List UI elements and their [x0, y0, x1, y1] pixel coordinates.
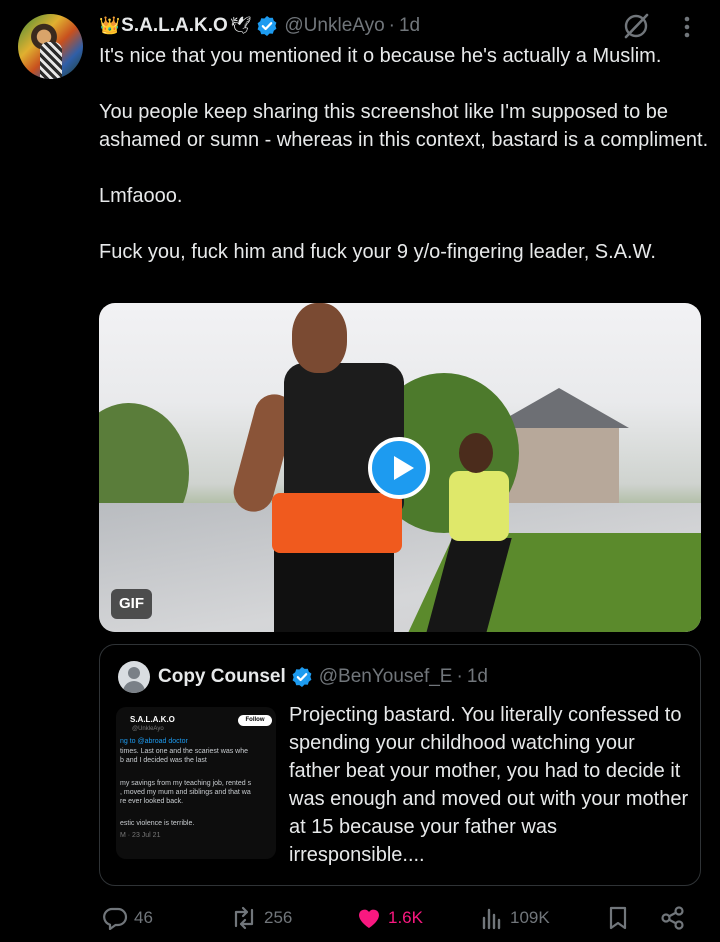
reply-button[interactable]: 46 [102, 903, 153, 933]
like-button[interactable]: 1.6K [356, 903, 423, 933]
post-text: It's nice that you mentioned it o becaus… [99, 42, 709, 266]
quoted-screenshot-thumbnail: S.A.L.A.K.O @UnkleAyo Follow ng to @abro… [116, 707, 276, 859]
quoted-post-time: 1d [466, 666, 488, 687]
quoted-author-name: Copy Counsel [158, 666, 286, 687]
post-text-gap [99, 210, 709, 238]
repost-button[interactable]: 256 [230, 903, 292, 933]
play-button[interactable] [368, 437, 430, 499]
reply-count: 46 [134, 908, 153, 927]
reply-icon [103, 907, 128, 930]
thumb-reply-to: ng to @abroad doctor [120, 738, 188, 745]
post-text-line: Fuck you, fuck him and fuck your 9 y/o-f… [99, 241, 656, 263]
bookmark-button[interactable] [607, 903, 629, 933]
separator-dot: · [388, 15, 395, 36]
more-options-icon[interactable] [677, 14, 697, 40]
thumb-author-name: S.A.L.A.K.O [130, 715, 175, 724]
thumb-follow-button: Follow [238, 715, 272, 726]
thumb-line: b and I decided was the last [120, 757, 207, 764]
view-count: 109K [510, 908, 550, 927]
thumb-line: re ever looked back. [120, 798, 184, 805]
share-icon [661, 906, 684, 930]
author-handle[interactable]: @UnkleAyo [284, 15, 384, 37]
post-text-gap [99, 70, 709, 98]
bookmark-icon [609, 906, 627, 930]
thumb-line: my savings from my teaching job, rented … [120, 780, 252, 787]
verified-badge-icon [292, 667, 312, 687]
grok-icon[interactable] [622, 12, 650, 40]
dove-emoji: 🕊 [229, 16, 252, 35]
gif-badge: GIF [111, 589, 152, 619]
post-time[interactable]: 1d [399, 15, 420, 37]
post-text-line: It's nice that you mentioned it o becaus… [99, 45, 662, 67]
views-icon [482, 908, 501, 930]
thumb-author-handle: @UnkleAyo [132, 726, 164, 732]
heart-icon [359, 909, 379, 928]
share-button[interactable] [660, 903, 686, 933]
media-figure-dancing [174, 303, 404, 632]
post-text-line: Lmfaooo. [99, 185, 183, 207]
quoted-post[interactable]: Copy Counsel @BenYousef_E · 1d S.A.L.A.K… [99, 644, 701, 886]
thumb-date: M · 23 Jul 21 [120, 832, 161, 839]
quoted-author-avatar [118, 661, 150, 693]
separator-dot: · [456, 666, 463, 687]
views-button[interactable]: 109K [480, 903, 550, 933]
verified-badge-icon [257, 16, 277, 36]
post-actions-bar: 46 256 1.6K 109K [100, 903, 700, 933]
like-count: 1.6K [388, 908, 423, 927]
thumb-line: estic violence is terrible. [120, 820, 195, 827]
media-figure-running [426, 433, 519, 632]
quoted-author-handle: @BenYousef_E [318, 666, 453, 687]
thumb-line: , moved my mum and siblings and that wa [120, 789, 251, 796]
post-header: 👑 S.A.L.A.K.O 🕊 @UnkleAyo · 1d [99, 13, 420, 39]
post-text-line: You people keep sharing this screenshot … [99, 101, 709, 151]
repost-count: 256 [264, 908, 293, 927]
quoted-post-header: Copy Counsel @BenYousef_E · 1d [158, 664, 488, 690]
thumb-line: times. Last one and the scariest was whe [120, 748, 249, 755]
play-icon [394, 456, 414, 480]
repost-icon [234, 906, 254, 930]
quoted-post-text: Projecting bastard. You literally confes… [289, 704, 689, 866]
crown-emoji: 👑 [99, 16, 121, 35]
post-text-gap [99, 154, 709, 182]
author-avatar[interactable] [18, 14, 83, 79]
author-display-name[interactable]: S.A.L.A.K.O [121, 15, 228, 37]
gif-media[interactable]: GIF [99, 303, 701, 632]
